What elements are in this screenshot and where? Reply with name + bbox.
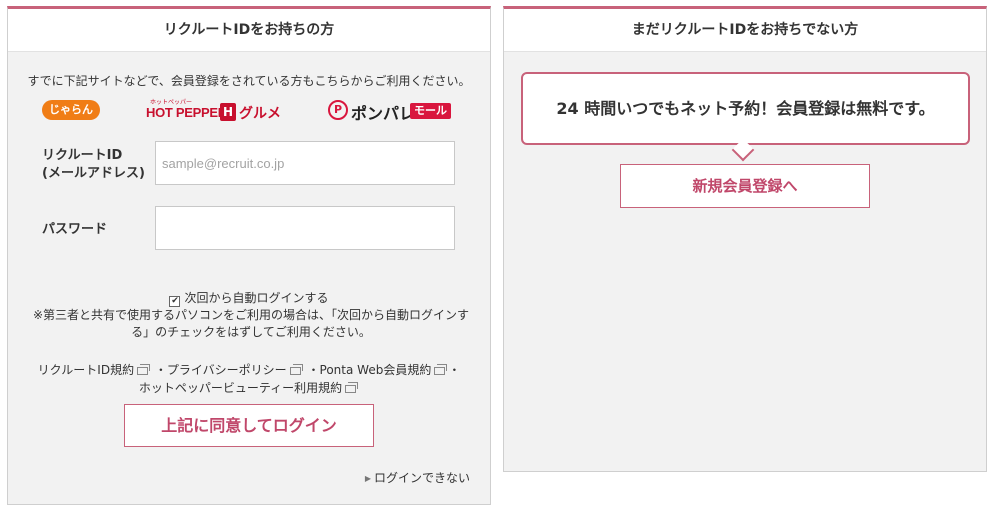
privacy-policy-link[interactable]: プライバシーポリシー: [167, 363, 287, 377]
ponpare-text: ポンパレ: [351, 104, 416, 123]
existing-member-panel: リクルートIDをお持ちの方 すでに下記サイトなどで、会員登録をされている方もこち…: [7, 6, 491, 505]
recruit-id-label-line1: リクルートID: [42, 148, 123, 163]
ponta-web-terms-link[interactable]: Ponta Web会員規約: [320, 363, 432, 377]
auto-login-checkbox[interactable]: ✔: [169, 296, 181, 307]
cant-login-text[interactable]: ログインできない: [374, 471, 470, 485]
external-link-icon: [137, 364, 151, 375]
agree-and-login-button[interactable]: 上記に同意してログイン: [124, 404, 374, 447]
terms-links: リクルートID規約 ・プライバシーポリシー ・Ponta Web会員規約・ ホッ…: [26, 361, 472, 397]
external-link-icon: [289, 364, 303, 375]
existing-member-heading: リクルートIDをお持ちの方: [8, 9, 490, 52]
recruit-id-label-line2: (メールアドレス): [42, 166, 145, 181]
terms-separator: ・: [154, 363, 167, 377]
free-registration-bubble: 24 時間いつでもネット予約！会員登録は無料です。: [521, 72, 970, 145]
auto-login-row[interactable]: ✔ 次回から自動ログインする: [8, 289, 490, 307]
intro-text: すでに下記サイトなどで、会員登録をされている方もこちらからご利用ください。: [27, 74, 471, 88]
gourmet-text: グルメ: [239, 106, 281, 122]
cant-login-link[interactable]: ▶ ログインできない: [365, 469, 470, 486]
password-input[interactable]: [155, 206, 455, 250]
recruit-id-terms-link[interactable]: リクルートID規約: [38, 363, 134, 377]
recruit-id-input[interactable]: [155, 141, 455, 185]
hotpepper-text: HOT PEPPER: [146, 105, 227, 120]
new-member-heading: まだリクルートIDをお持ちでない方: [504, 9, 986, 52]
mall-badge: モール: [410, 103, 451, 119]
ponpare-p-icon: P: [328, 100, 348, 120]
hotpepper-h-icon: H: [220, 103, 236, 121]
new-registration-button[interactable]: 新規会員登録へ: [620, 164, 870, 208]
recruit-id-label: リクルートID (メールアドレス): [42, 147, 145, 183]
password-label: パスワード: [42, 222, 108, 237]
external-link-icon: [345, 382, 359, 393]
partner-logos: じゃらん ホットペッパー HOT PEPPER H グルメ P ポンパレ モール: [8, 97, 490, 123]
auto-login-label[interactable]: 次回から自動ログインする: [184, 291, 328, 305]
ponpare-mall-logo: P ポンパレ モール: [328, 97, 458, 123]
new-member-panel: まだリクルートIDをお持ちでない方 24 時間いつでもネット予約！会員登録は無料…: [503, 6, 987, 472]
external-link-icon: [434, 364, 448, 375]
triangle-right-icon: ▶: [364, 474, 371, 483]
hotpepper-beauty-terms-link[interactable]: ホットペッパービューティー利用規約: [139, 381, 342, 395]
shared-pc-note: ※第三者と共有で使用するパソコンをご利用の場合は、「次回から自動ログインする」の…: [32, 308, 470, 339]
jalan-logo: じゃらん: [42, 100, 100, 120]
hotpepper-gourmet-logo: ホットペッパー HOT PEPPER H グルメ: [146, 97, 286, 123]
terms-separator: ・: [307, 363, 320, 377]
terms-separator: ・: [448, 363, 461, 377]
